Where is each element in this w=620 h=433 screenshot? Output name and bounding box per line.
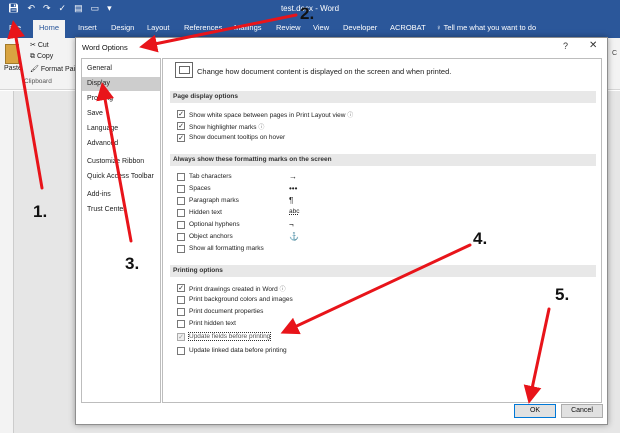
checkbox[interactable] — [177, 308, 185, 316]
vertical-ruler — [0, 91, 14, 433]
annotation-number-1: 1. — [33, 202, 48, 221]
nav-item-save[interactable]: Save — [82, 107, 160, 121]
tell-me-label: Tell me what you want to do — [443, 23, 537, 32]
paste-icon[interactable] — [5, 44, 19, 64]
checkbox[interactable]: ✓ — [177, 284, 185, 292]
close-icon[interactable]: ✕ — [589, 40, 597, 51]
nav-item-display[interactable]: Display — [82, 77, 160, 91]
tab-mailings[interactable]: Mailings — [234, 23, 262, 32]
cut-button[interactable]: ✂ Cut — [30, 41, 49, 49]
checkbox[interactable] — [177, 233, 185, 241]
section-page-display: Page display options — [170, 91, 596, 103]
tab-references[interactable]: References — [184, 23, 222, 32]
lightbulb-icon: ♀︎ — [436, 23, 442, 32]
annotation-number-2: 2. — [300, 4, 315, 23]
space-mark-symbol: ••• — [289, 184, 298, 193]
nav-item-add-ins[interactable]: Add-ins — [82, 188, 160, 202]
tab-insert[interactable]: Insert — [78, 23, 97, 32]
tab-file[interactable]: File — [9, 23, 21, 32]
tab-design[interactable]: Design — [111, 23, 134, 32]
info-icon: ⓘ — [279, 287, 286, 293]
checkbox[interactable]: ✓ — [177, 110, 185, 118]
paste-button[interactable]: Paste — [4, 65, 22, 72]
nav-item-general[interactable]: General — [82, 62, 160, 76]
optional-hyphen-symbol: ¬ — [289, 220, 294, 229]
options-nav: General Display Proofing Save Language A… — [81, 58, 161, 403]
copy-button[interactable]: ⧉ Copy — [30, 53, 53, 61]
scissors-icon: ✂ — [30, 42, 36, 49]
nav-item-language[interactable]: Language — [82, 122, 160, 136]
tab-layout[interactable]: Layout — [147, 23, 170, 32]
checkbox[interactable]: ✓ — [177, 333, 185, 341]
checkbox[interactable] — [177, 245, 185, 253]
annotation-number-3: 3. — [125, 254, 140, 273]
checkbox[interactable] — [177, 320, 185, 328]
nav-item-trust-center[interactable]: Trust Center — [82, 203, 160, 217]
paintbrush-icon: 🖌︎ — [30, 66, 39, 73]
checkbox[interactable] — [177, 173, 185, 181]
checkbox[interactable] — [177, 221, 185, 229]
clipboard-group-label: Clipboard — [24, 78, 52, 85]
checkbox[interactable]: ✓ — [177, 134, 185, 142]
ok-button[interactable]: OK — [514, 404, 556, 418]
anchor-icon: ⚓ — [289, 232, 299, 241]
ribbon-edge-label: C — [611, 50, 617, 57]
display-header-icon — [175, 62, 193, 78]
tab-view[interactable]: View — [313, 23, 329, 32]
nav-item-customize-ribbon[interactable]: Customize Ribbon — [82, 155, 160, 169]
nav-item-quick-access-toolbar[interactable]: Quick Access Toolbar — [82, 170, 160, 184]
tell-me-box[interactable]: ♀︎ Tell me what you want to do — [436, 23, 536, 32]
checkbox[interactable] — [177, 197, 185, 205]
dialog-title: Word Options — [82, 43, 128, 52]
checkbox[interactable] — [177, 209, 185, 217]
nav-item-advanced[interactable]: Advanced — [82, 137, 160, 151]
annotation-number-5: 5. — [555, 285, 570, 304]
tab-review[interactable]: Review — [276, 23, 301, 32]
checkbox[interactable] — [177, 347, 185, 355]
cancel-button[interactable]: Cancel — [561, 404, 603, 418]
hidden-text-symbol: abc — [289, 208, 300, 215]
checkbox[interactable] — [177, 296, 185, 304]
tab-developer[interactable]: Developer — [343, 23, 377, 32]
checkbox[interactable]: ✓ — [177, 122, 185, 130]
info-icon: ⓘ — [258, 125, 265, 131]
display-header-text: Change how document content is displayed… — [197, 67, 452, 76]
section-printing-options: Printing options — [170, 265, 596, 277]
nav-item-proofing[interactable]: Proofing — [82, 92, 160, 106]
pilcrow-symbol: ¶ — [289, 196, 294, 205]
help-icon[interactable]: ? — [563, 41, 568, 51]
tab-home[interactable]: Home — [33, 20, 66, 38]
tab-acrobat[interactable]: ACROBAT — [390, 23, 426, 32]
checkbox[interactable] — [177, 185, 185, 193]
tab-mark-symbol: → — [289, 172, 297, 181]
annotation-number-4: 4. — [473, 229, 488, 248]
section-formatting-marks: Always show these formatting marks on th… — [170, 154, 596, 166]
copy-icon: ⧉ — [30, 53, 35, 60]
info-icon: ⓘ — [347, 113, 354, 119]
